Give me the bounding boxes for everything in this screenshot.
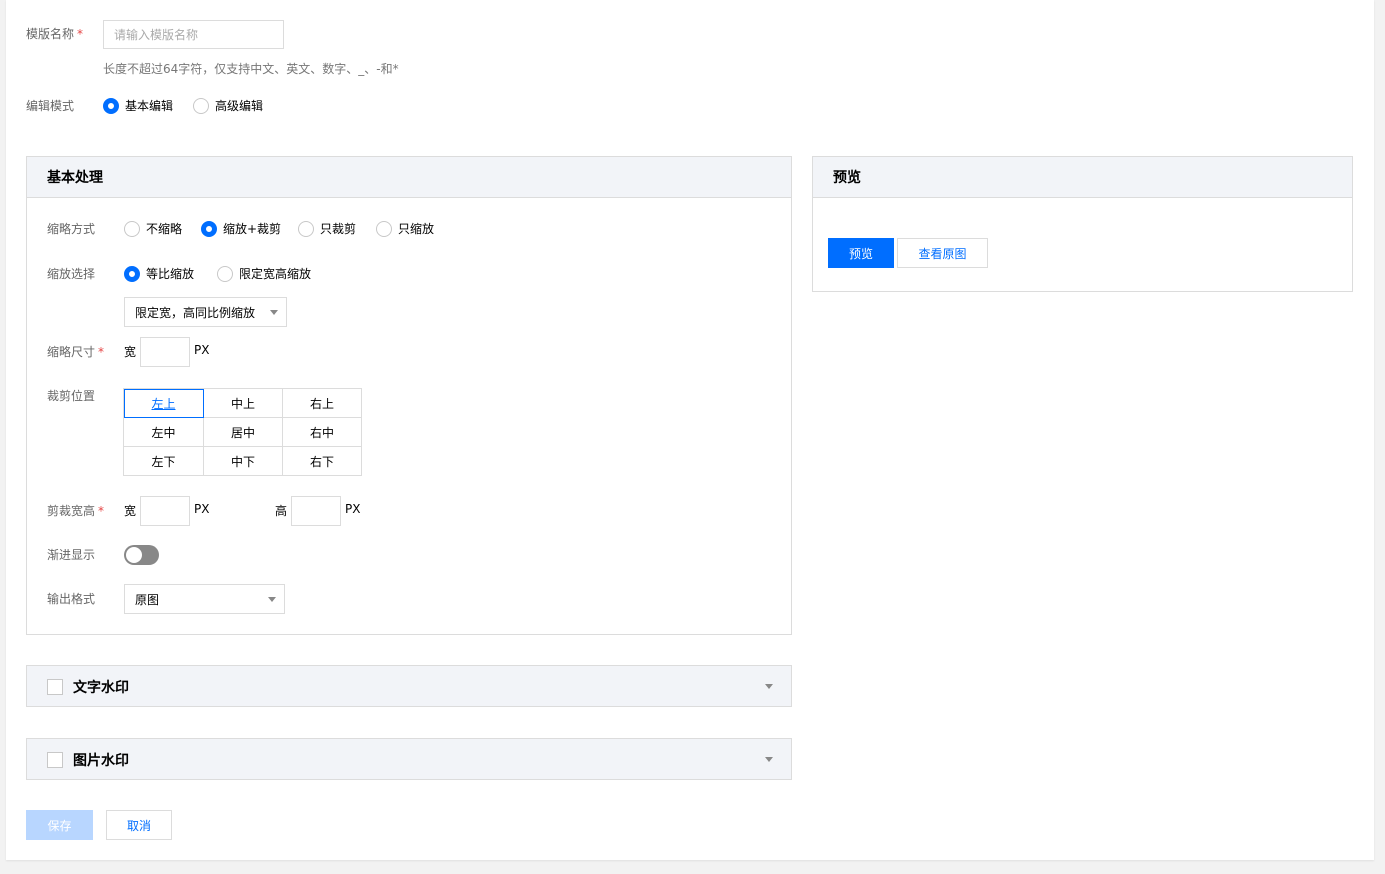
chevron-down-icon — [765, 684, 773, 689]
thumbnail-mode-none-radio[interactable]: 不缩略 — [124, 220, 182, 237]
text-watermark-panel[interactable]: 文字水印 — [26, 665, 792, 707]
crop-width-input[interactable] — [140, 496, 190, 526]
scale-choice-label: 缩放选择 — [47, 267, 96, 281]
crop-width-unit: PX — [194, 502, 210, 516]
radio-selected-icon — [201, 220, 217, 237]
image-watermark-panel[interactable]: 图片水印 — [26, 738, 792, 780]
crop-position-label: 裁剪位置 — [47, 389, 96, 403]
preview-button[interactable]: 预览 — [828, 238, 894, 268]
edit-mode-basic-radio[interactable]: 基本编辑 — [103, 97, 173, 114]
thumbnail-mode-crop-only-radio[interactable]: 只裁剪 — [298, 220, 356, 237]
output-format-label: 输出格式 — [47, 592, 96, 606]
thumbnail-width-label: 宽 — [124, 345, 137, 359]
cancel-button[interactable]: 取消 — [106, 810, 172, 840]
radio-unselected-icon — [124, 220, 140, 237]
text-watermark-title: 文字水印 — [73, 680, 129, 696]
thumbnail-mode-label: 缩略方式 — [47, 222, 96, 236]
crop-cell-top-right[interactable]: 右上 — [283, 389, 362, 418]
crop-size-label: 剪裁宽高 * — [47, 504, 105, 518]
template-name-input[interactable] — [103, 20, 284, 49]
template-form-page: 模版名称* 长度不超过64字符，仅支持中文、英文、数字、_、-和* 编辑模式 基… — [6, 0, 1374, 860]
radio-unselected-icon — [193, 97, 209, 114]
chevron-down-icon — [270, 310, 278, 315]
view-original-button[interactable]: 查看原图 — [897, 238, 988, 268]
preview-panel: 预览 预览 查看原图 — [812, 156, 1353, 292]
text-watermark-checkbox[interactable] — [47, 679, 63, 695]
template-name-label: 模版名称 * — [26, 27, 84, 41]
radio-unselected-icon — [298, 220, 314, 237]
radio-unselected-icon — [217, 265, 233, 282]
output-format-select[interactable]: 原图 — [124, 584, 285, 614]
thumbnail-size-label: 缩略尺寸 * — [47, 345, 105, 359]
basic-processing-panel: 基本处理 缩略方式 不缩略 缩放+裁剪 只裁剪 只缩放 缩放选择 等比缩放 限定… — [26, 156, 792, 635]
scale-mode-select[interactable]: 限定宽，高同比例缩放 — [124, 297, 287, 327]
scale-fixed-wh-radio[interactable]: 限定宽高缩放 — [217, 265, 311, 282]
crop-cell-center[interactable]: 居中 — [204, 418, 283, 447]
crop-height-input[interactable] — [291, 496, 341, 526]
basic-processing-title: 基本处理 — [27, 157, 791, 198]
scale-proportional-radio[interactable]: 等比缩放 — [124, 265, 194, 282]
crop-cell-bottom-right[interactable]: 右下 — [283, 447, 362, 476]
thumbnail-mode-scale-crop-radio[interactable]: 缩放+裁剪 — [201, 220, 281, 237]
crop-cell-middle-right[interactable]: 右中 — [283, 418, 362, 447]
toggle-knob — [126, 547, 142, 563]
edit-mode-advanced-radio[interactable]: 高级编辑 — [193, 97, 263, 114]
image-watermark-checkbox[interactable] — [47, 752, 63, 768]
radio-selected-icon — [103, 97, 119, 114]
crop-position-grid: 左上 中上 右上 左中 居中 右中 左下 中下 右下 — [123, 388, 362, 476]
crop-cell-bottom-left[interactable]: 左下 — [124, 447, 204, 476]
thumbnail-width-unit: PX — [194, 343, 210, 357]
chevron-down-icon — [268, 597, 276, 602]
crop-cell-middle-left[interactable]: 左中 — [124, 418, 204, 447]
crop-height-label: 高 — [275, 504, 288, 518]
radio-unselected-icon — [376, 220, 392, 237]
radio-selected-icon — [124, 265, 140, 282]
image-watermark-title: 图片水印 — [73, 753, 129, 769]
crop-cell-top-center[interactable]: 中上 — [204, 389, 283, 418]
crop-cell-bottom-center[interactable]: 中下 — [204, 447, 283, 476]
thumbnail-mode-scale-only-radio[interactable]: 只缩放 — [376, 220, 434, 237]
save-button[interactable]: 保存 — [26, 810, 93, 840]
chevron-down-icon — [765, 757, 773, 762]
crop-height-unit: PX — [345, 502, 361, 516]
crop-width-label: 宽 — [124, 504, 137, 518]
preview-title: 预览 — [813, 157, 1352, 198]
template-name-help: 长度不超过64字符，仅支持中文、英文、数字、_、-和* — [103, 62, 399, 76]
edit-mode-label: 编辑模式 — [26, 99, 75, 113]
crop-cell-top-left[interactable]: 左上 — [124, 389, 204, 418]
progressive-toggle[interactable] — [124, 545, 159, 565]
progressive-label: 渐进显示 — [47, 548, 96, 562]
thumbnail-width-input[interactable] — [140, 337, 190, 367]
